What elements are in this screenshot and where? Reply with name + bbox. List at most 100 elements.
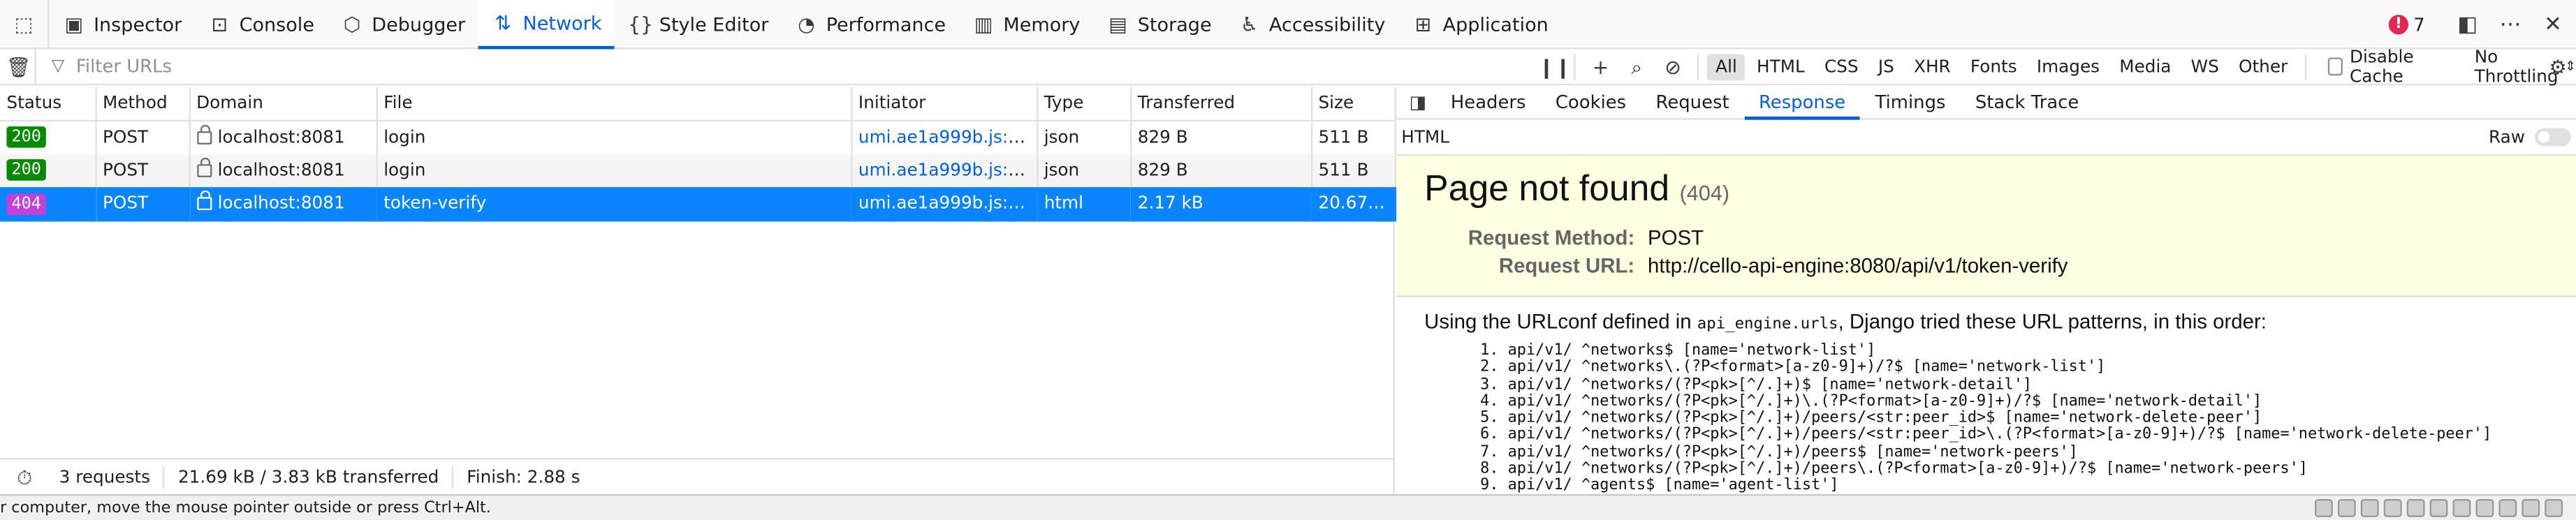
- initiator-link[interactable]: umi.ae1a999b.js:1: [858, 194, 1025, 214]
- tab-performance[interactable]: ◔ Performance: [782, 0, 959, 48]
- mouse-integration-icon[interactable]: [2522, 499, 2540, 517]
- status-cell: 200: [0, 153, 96, 188]
- status-badge: 200: [6, 159, 47, 181]
- tab-inspector[interactable]: ▣ Inspector: [50, 0, 196, 48]
- tab-storage[interactable]: ▤ Storage: [1093, 0, 1224, 48]
- column-header-type[interactable]: Type: [1037, 87, 1132, 121]
- tab-request[interactable]: Request: [1641, 87, 1743, 119]
- cpu-icon[interactable]: [2498, 499, 2517, 517]
- memory-icon: ▥: [974, 12, 993, 36]
- list-item: 7. api/v1/ ^networks/(?P<pk>[^/.]+)/peer…: [1480, 443, 2078, 461]
- initiator-link[interactable]: umi.ae1a999b.js:1: [858, 127, 1025, 147]
- plus-icon[interactable]: +: [1589, 55, 1612, 78]
- divider: [1574, 53, 1576, 80]
- search-icon[interactable]: ⌕: [1625, 55, 1648, 78]
- tab-label: Style Editor: [659, 12, 769, 36]
- type-filter-all[interactable]: All: [1707, 53, 1746, 80]
- column-header-status[interactable]: Status: [0, 87, 96, 121]
- disable-cache-checkbox[interactable]: Disable Cache: [2328, 47, 2445, 86]
- urlconf-sentence: Using the URLconf defined in api_engine.…: [1424, 311, 2548, 334]
- column-header-size[interactable]: Size: [1310, 87, 1396, 121]
- tab-label: Inspector: [94, 12, 182, 36]
- tab-style-editor[interactable]: {} Style Editor: [615, 0, 782, 48]
- tab-stack-trace[interactable]: Stack Trace: [1961, 87, 2094, 119]
- tab-timings[interactable]: Timings: [1860, 87, 1960, 119]
- usb-icon[interactable]: [2406, 499, 2425, 517]
- list-item: 9. api/v1/ ^agents$ [name='agent-list']: [1480, 476, 1839, 494]
- request-url-value: http://cello-api-engine:8080/api/v1/toke…: [1648, 253, 2068, 277]
- initiator-link[interactable]: umi.ae1a999b.js:1: [858, 161, 1025, 180]
- table-row[interactable]: 200 POST localhost:8081 login umi.ae1a99…: [0, 153, 1396, 188]
- close-button[interactable]: ✕: [2533, 5, 2573, 44]
- type-filter-html[interactable]: HTML: [1748, 53, 1813, 80]
- column-header-method[interactable]: Method: [95, 87, 190, 121]
- tab-console[interactable]: ⊡ Console: [195, 0, 328, 48]
- filter-urls-input[interactable]: [69, 55, 1516, 77]
- type-filter-js[interactable]: JS: [1870, 53, 1902, 80]
- type-filter-ws[interactable]: WS: [2183, 53, 2227, 80]
- type-filter-other[interactable]: Other: [2230, 53, 2296, 80]
- urlconf-module: api_engine.urls: [1697, 315, 1838, 334]
- finish-time: Finish: 2.88 s: [467, 467, 580, 487]
- tab-debugger[interactable]: ⬡ Debugger: [328, 0, 478, 48]
- network-adapter-icon[interactable]: [2383, 499, 2402, 517]
- audio-icon[interactable]: [2360, 499, 2379, 517]
- tab-network[interactable]: ⇅ Network: [478, 0, 615, 49]
- pause-icon[interactable]: ❙❙: [1538, 55, 1571, 78]
- trash-icon: 🗑: [6, 54, 31, 78]
- status-message: r computer, move the mouse pointer outsi…: [0, 499, 491, 517]
- type-filter-xhr[interactable]: XHR: [1905, 53, 1959, 80]
- tab-headers[interactable]: Headers: [1436, 87, 1541, 119]
- type-filter-fonts[interactable]: Fonts: [1962, 53, 2025, 80]
- transferred-cell: 829 B: [1130, 119, 1312, 154]
- disable-cache-label: Disable Cache: [2349, 47, 2414, 87]
- style-editor-icon: {}: [628, 12, 654, 36]
- more-options-button[interactable]: ⋯: [2491, 5, 2530, 44]
- column-header-transferred[interactable]: Transferred: [1130, 87, 1312, 121]
- type-filter-images[interactable]: Images: [2028, 53, 2108, 80]
- list-item: 4. api/v1/ ^networks/(?P<pk>[^/.]+)\.(?P…: [1480, 392, 2262, 410]
- list-item: 8. api/v1/ ^networks/(?P<pk>[^/.]+)/peer…: [1480, 459, 2308, 478]
- type-filter-css[interactable]: CSS: [1816, 53, 1866, 80]
- recording-icon[interactable]: [2475, 499, 2494, 517]
- clear-button[interactable]: 🗑: [0, 48, 37, 85]
- table-row-selected[interactable]: 404 POST localhost:8081 token-verify umi…: [0, 187, 1396, 221]
- page-title: Page not found (404): [1424, 168, 2548, 210]
- debugger-icon: ⬡: [343, 12, 361, 36]
- display-icon[interactable]: [2452, 499, 2471, 517]
- tab-label: Storage: [1137, 12, 1212, 36]
- tab-cookies[interactable]: Cookies: [1541, 87, 1641, 119]
- tab-response[interactable]: Response: [1743, 87, 1861, 119]
- tab-accessibility[interactable]: ♿ Accessibility: [1224, 0, 1398, 48]
- requests-panel: Status Method Domain File Initiator Type…: [0, 87, 1396, 459]
- raw-toggle[interactable]: Raw: [2489, 127, 2571, 147]
- hard-disk-icon[interactable]: [2314, 499, 2333, 517]
- tab-memory[interactable]: ▥ Memory: [959, 0, 1093, 48]
- stopwatch-icon[interactable]: ⏱: [13, 466, 36, 489]
- shared-folder-icon[interactable]: [2429, 499, 2448, 517]
- toggle-switch: [2535, 128, 2571, 147]
- toggle-sidebar-icon[interactable]: ◨: [1406, 91, 1429, 114]
- type-filter-media[interactable]: Media: [2112, 53, 2180, 80]
- domain-cell: localhost:8081: [189, 187, 377, 221]
- domain-text: localhost:8081: [217, 194, 345, 214]
- filter-icon: ▽: [51, 57, 65, 75]
- network-icon: ⇅: [495, 10, 512, 34]
- domain-cell: localhost:8081: [189, 153, 377, 188]
- column-header-initiator[interactable]: Initiator: [851, 87, 1038, 121]
- tab-application[interactable]: ⊞ Application: [1398, 0, 1561, 48]
- error-count-badge[interactable]: ! 7: [2388, 14, 2425, 36]
- gear-icon[interactable]: ⚙: [2547, 56, 2570, 79]
- status-badge: 404: [6, 193, 47, 215]
- column-header-file[interactable]: File: [376, 87, 852, 121]
- devtools-toolbar: ⬚ ▣ Inspector ⊡ Console ⬡ Debugger ⇅ Net…: [0, 0, 2576, 50]
- element-picker-button[interactable]: ⬚: [0, 0, 50, 49]
- error-summary: Page not found (404) Request Method: POST…: [1396, 156, 2576, 297]
- column-header-domain[interactable]: Domain: [189, 87, 377, 121]
- table-row[interactable]: 200 POST localhost:8081 login umi.ae1a99…: [0, 119, 1396, 154]
- keyboard-icon[interactable]: [2545, 499, 2563, 517]
- block-icon[interactable]: ⊘: [1662, 55, 1685, 78]
- optical-drive-icon[interactable]: [2337, 499, 2356, 517]
- dock-button[interactable]: ◧: [2447, 5, 2487, 44]
- element-picker-icon: ⬚: [14, 12, 34, 36]
